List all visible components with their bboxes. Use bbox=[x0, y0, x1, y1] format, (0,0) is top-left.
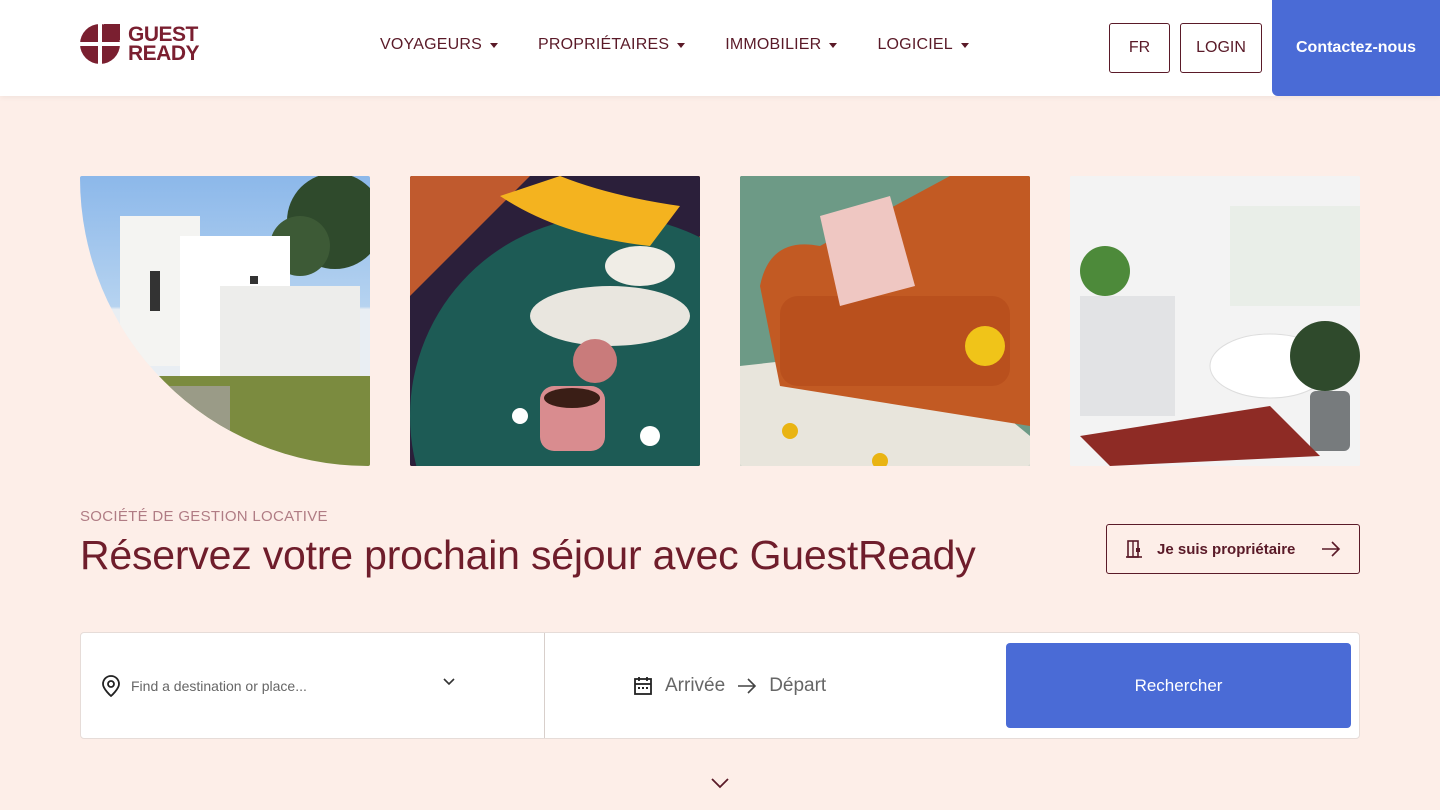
caret-down-icon bbox=[960, 42, 969, 48]
login-button[interactable]: LOGIN bbox=[1180, 23, 1262, 73]
house-illustration bbox=[80, 176, 370, 466]
date-range-field[interactable]: Arrivée Départ bbox=[633, 633, 826, 738]
hero-image-house bbox=[80, 176, 370, 466]
caret-down-icon bbox=[489, 42, 498, 48]
hero-image-slippers bbox=[410, 176, 700, 466]
nav-item-voyageurs[interactable]: VOYAGEURS bbox=[380, 36, 498, 54]
destination-input[interactable] bbox=[131, 677, 431, 694]
arrow-right-icon bbox=[738, 677, 757, 694]
contact-button[interactable]: Contactez-nous bbox=[1272, 0, 1440, 96]
chevron-down-icon[interactable] bbox=[710, 776, 730, 790]
slippers-illustration bbox=[410, 176, 700, 466]
nav-item-label: VOYAGEURS bbox=[380, 36, 482, 53]
arrival-date[interactable]: Arrivée bbox=[665, 675, 725, 697]
location-pin-icon bbox=[102, 674, 120, 697]
site-header: GUEST READY VOYAGEURS PROPRIÉTAIRES IMMO… bbox=[0, 0, 1440, 96]
calendar-icon bbox=[634, 676, 652, 695]
nav-item-immobilier[interactable]: IMMOBILIER bbox=[725, 36, 838, 54]
arrow-right-icon bbox=[1322, 541, 1341, 557]
departure-date[interactable]: Départ bbox=[769, 675, 826, 697]
main-nav: VOYAGEURS PROPRIÉTAIRES IMMOBILIER LOGIC… bbox=[380, 36, 969, 54]
chevron-down-icon[interactable] bbox=[443, 678, 455, 686]
nav-item-label: LOGICIEL bbox=[877, 36, 953, 53]
destination-field[interactable] bbox=[81, 633, 545, 738]
bathroom-illustration bbox=[1070, 176, 1360, 466]
logo-text-line2: READY bbox=[128, 42, 200, 65]
hero-image-bathroom bbox=[1070, 176, 1360, 466]
search-bar: Arrivée Départ Rechercher bbox=[80, 632, 1360, 739]
building-icon bbox=[1126, 540, 1142, 558]
search-button[interactable]: Rechercher bbox=[1006, 643, 1351, 728]
nav-item-label: IMMOBILIER bbox=[725, 36, 822, 53]
nav-item-label: PROPRIÉTAIRES bbox=[537, 36, 670, 53]
nav-item-logiciel[interactable]: LOGICIEL bbox=[877, 36, 969, 54]
caret-down-icon bbox=[677, 42, 686, 48]
logo-text: GUEST READY bbox=[128, 24, 200, 65]
owner-button-label: Je suis propriétaire bbox=[1157, 540, 1296, 558]
nav-item-proprietaires[interactable]: PROPRIÉTAIRES bbox=[537, 36, 686, 54]
hero-image-sofa bbox=[740, 176, 1030, 466]
caret-down-icon bbox=[829, 42, 838, 48]
language-button[interactable]: FR bbox=[1109, 23, 1170, 73]
logo[interactable]: GUEST READY bbox=[80, 24, 200, 65]
page-title: Réservez votre prochain séjour avec Gues… bbox=[80, 532, 976, 578]
logo-mark-icon bbox=[80, 24, 120, 64]
hero-eyebrow: SOCIÉTÉ DE GESTION LOCATIVE bbox=[80, 508, 328, 525]
owner-button[interactable]: Je suis propriétaire bbox=[1106, 524, 1360, 574]
sofa-illustration bbox=[740, 176, 1030, 466]
